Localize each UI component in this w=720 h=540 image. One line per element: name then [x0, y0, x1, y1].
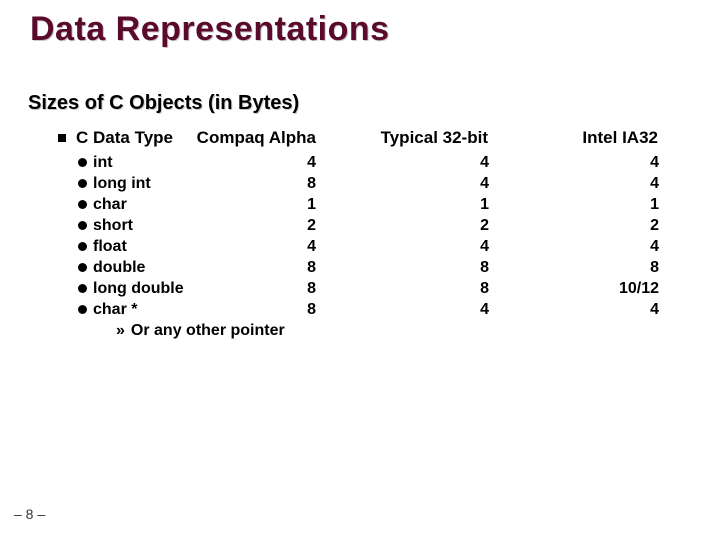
cell-32bit: 4: [316, 173, 489, 194]
header-alpha: Compaq Alpha: [186, 128, 316, 148]
raquo-icon: »: [116, 322, 125, 339]
slide-title: Data Representations: [30, 10, 390, 49]
table-row: long double 8 8 10/12: [78, 278, 690, 299]
slide-subtitle: Sizes of C Objects (in Bytes): [28, 92, 299, 115]
cell-32bit: 4: [316, 152, 489, 173]
cell-alpha: 1: [78, 194, 316, 215]
cell-ia32: 4: [489, 173, 659, 194]
table-row: char 1 1 1: [78, 194, 690, 215]
table-row: float 4 4 4: [78, 236, 690, 257]
cell-32bit: 1: [316, 194, 489, 215]
footnote-text: Or any other pointer: [131, 322, 285, 339]
cell-ia32: 4: [489, 299, 659, 320]
cell-alpha: 8: [78, 299, 316, 320]
cell-32bit: 8: [316, 278, 489, 299]
cell-32bit: 8: [316, 257, 489, 278]
table-row: long int 8 4 4: [78, 173, 690, 194]
cell-ia32: 2: [489, 215, 659, 236]
cell-alpha: 8: [78, 257, 316, 278]
cell-alpha: 2: [78, 215, 316, 236]
cell-ia32: 8: [489, 257, 659, 278]
table-row: int 4 4 4: [78, 152, 690, 173]
cell-32bit: 4: [316, 236, 489, 257]
page-number: – 8 –: [14, 506, 45, 522]
cell-alpha: 8: [78, 173, 316, 194]
cell-32bit: 2: [316, 215, 489, 236]
cell-ia32: 1: [489, 194, 659, 215]
cell-ia32: 4: [489, 152, 659, 173]
cell-ia32: 10/12: [489, 278, 659, 299]
table-body: int 4 4 4 long int 8 4 4 char 1 1 1 shor…: [78, 152, 690, 341]
cell-alpha: 4: [78, 152, 316, 173]
header-ia32: Intel IA32: [548, 128, 658, 148]
table-header: C Data Type Compaq Alpha Typical 32-bit …: [58, 128, 690, 148]
header-32bit: Typical 32-bit: [368, 128, 488, 148]
cell-ia32: 4: [489, 236, 659, 257]
table-row: char * 8 4 4: [78, 299, 690, 320]
footnote-row: » Or any other pointer: [116, 320, 720, 341]
cell-alpha: 8: [78, 278, 316, 299]
table-row: double 8 8 8: [78, 257, 690, 278]
cell-alpha: 4: [78, 236, 316, 257]
cell-32bit: 4: [316, 299, 489, 320]
square-bullet-icon: [58, 134, 66, 142]
table-row: short 2 2 2: [78, 215, 690, 236]
